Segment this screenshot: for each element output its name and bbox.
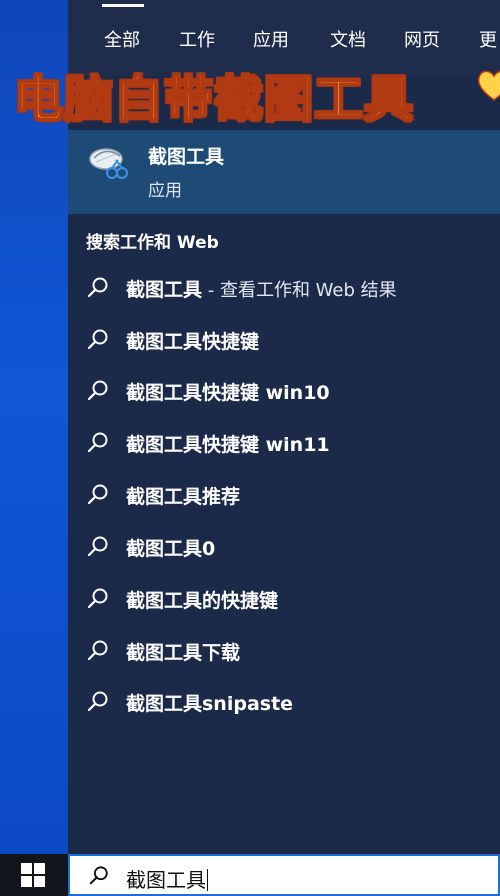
suggestion-item[interactable]: 截图工具的快捷键 [68,574,500,624]
tab-documents[interactable]: 文档 [330,26,366,52]
heart-icon [477,70,500,101]
suggestion-item[interactable]: 截图工具 - 查看工作和 Web 结果 [68,263,500,313]
suggestion-text: 截图工具 [126,279,203,301]
search-icon [87,329,108,350]
suggestion-text: 截图工具下载 [126,642,241,664]
suggestion-text: 截图工具快捷键 [126,331,260,353]
windows-logo-icon[interactable] [0,854,68,896]
search-icon [87,640,108,661]
overlay-caption: 电脑自带截图工具 [13,70,415,129]
suggestion-text: 截图工具快捷键 win10 [126,382,330,404]
screen: 全部 工作 应用 文档 网页 更 截图工具 应用 搜索工作和 Web 截图工具 … [0,0,500,896]
suggestion-item[interactable]: 截图工具下载 [68,626,500,676]
suggestion-item[interactable]: 截图工具snipaste [68,677,500,727]
search-input[interactable]: 截图工具 [126,864,208,893]
best-match-type: 应用 [148,181,182,201]
search-web-section-header: 搜索工作和 Web [86,233,219,253]
tab-web[interactable]: 网页 [404,26,440,52]
taskbar-search-box[interactable]: 截图工具 [68,854,500,896]
suggestion-text: 截图工具的快捷键 [126,590,279,612]
search-icon [89,866,108,885]
search-icon [87,588,108,609]
best-match-name: 截图工具 [148,146,225,168]
tab-apps[interactable]: 应用 [253,26,289,52]
search-icon [87,484,108,505]
suggestion-text: 截图工具推荐 [126,486,241,508]
suggestion-subtext: - 查看工作和 Web 结果 [202,280,397,301]
search-icon [87,691,108,712]
suggestion-item[interactable]: 截图工具0 [68,522,500,572]
suggestion-item[interactable]: 截图工具快捷键 [68,315,500,365]
search-icon [87,277,108,298]
suggestion-text: 截图工具0 [126,538,216,560]
search-icon [87,380,108,401]
suggestion-text: 截图工具snipaste [126,693,294,715]
suggestion-item[interactable]: 截图工具快捷键 win11 [68,418,500,468]
tab-more[interactable]: 更 [479,26,497,52]
active-tab-indicator [102,4,144,7]
search-icon [87,432,108,453]
suggestion-text: 截图工具快捷键 win11 [126,434,330,456]
tab-work[interactable]: 工作 [179,26,215,52]
suggestion-label: 截图工具 - 查看工作和 Web 结果 [126,275,397,302]
best-match-result[interactable]: 截图工具 应用 [68,130,500,214]
snipping-tool-icon [89,148,129,180]
tab-all[interactable]: 全部 [104,26,140,52]
text-caret [207,869,208,891]
suggestion-item[interactable]: 截图工具推荐 [68,470,500,520]
suggestion-item[interactable]: 截图工具快捷键 win10 [68,366,500,416]
search-input-value: 截图工具 [126,868,206,892]
search-icon [87,536,108,557]
